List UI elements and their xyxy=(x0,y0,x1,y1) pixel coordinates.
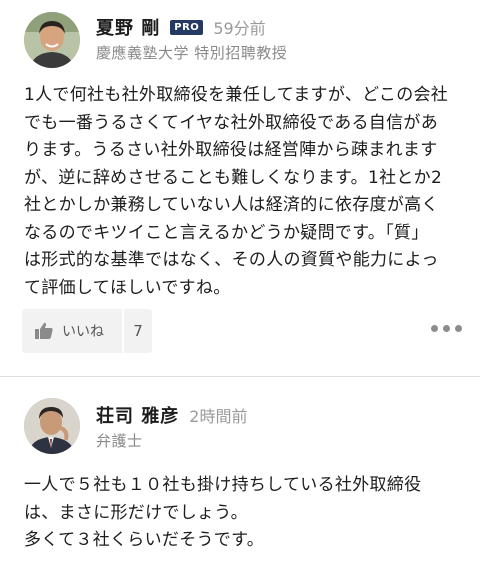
dot xyxy=(455,325,462,332)
comment-line: は形式的な基準ではなく、その人の資質や能力によっ xyxy=(24,250,439,270)
timestamp: 2時間前 xyxy=(189,407,248,426)
comment-line: でも一番うるさくてイヤな社外取締役である自信があ xyxy=(24,112,439,133)
comment-actions: いいね 7 xyxy=(22,309,152,353)
comment-line: 1人で何社も社外取締役を兼任してますが、どこの会社 xyxy=(24,85,449,105)
dot xyxy=(443,325,450,332)
comment-line: 多くて３社くらいだそうです。 xyxy=(24,530,264,550)
comment-body: 1人で何社も社外取締役を兼任してますが、どこの会社 でも一番うるさくてイヤな社外… xyxy=(24,82,468,302)
author-title: 慶應義塾大学 特別招聘教授 xyxy=(96,44,288,62)
like-label: いいね xyxy=(62,324,104,340)
comment-header: 荘司 雅彦 2時間前 弁護士 xyxy=(96,402,247,451)
comment-line: が、逆に辞めさせることも難しくなります。1社とか2 xyxy=(24,167,443,188)
like-count: 7 xyxy=(124,309,152,353)
more-dots-icon[interactable] xyxy=(431,325,462,332)
comment-header: 夏野 剛 PRO 59分前 慶應義塾大学 特別招聘教授 xyxy=(96,14,287,63)
avatar-portrait xyxy=(24,398,80,454)
author-name[interactable]: 夏野 剛 xyxy=(96,14,160,40)
avatar-portrait xyxy=(24,12,80,68)
comment-card: 荘司 雅彦 2時間前 弁護士 一人で５社も１０社も掛け持ちしている社外取締役 は… xyxy=(0,384,480,569)
comment-card: 夏野 剛 PRO 59分前 慶應義塾大学 特別招聘教授 1人で何社も社外取締役を… xyxy=(0,0,480,372)
divider xyxy=(0,376,480,377)
like-button[interactable]: いいね xyxy=(22,309,122,353)
comment-line: ります。うるさい社外取締役は経営陣から疎まれます xyxy=(24,140,438,160)
avatar[interactable] xyxy=(24,398,80,454)
pro-badge: PRO xyxy=(170,19,204,35)
author-name[interactable]: 荘司 雅彦 xyxy=(96,402,179,428)
comment-line: なるのでキツイこと言えるかどうか疑問です。「質」 xyxy=(24,222,429,243)
avatar[interactable] xyxy=(24,12,80,68)
timestamp: 59分前 xyxy=(213,19,266,38)
comment-line: は、まさに形だけでしょう。 xyxy=(24,502,248,523)
comment-body: 一人で５社も１０社も掛け持ちしている社外取締役 は、まさに形だけでしょう。 多く… xyxy=(24,472,468,555)
comment-line: 社とかしか兼務していない人は経済的に依存度が高く xyxy=(24,195,439,215)
author-title: 弁護士 xyxy=(96,432,143,450)
comment-line: て評価してほしいですね。 xyxy=(24,277,231,298)
comment-line: 一人で５社も１０社も掛け持ちしている社外取締役 xyxy=(24,475,422,495)
thumbs-up-icon xyxy=(35,322,53,339)
dot xyxy=(431,325,438,332)
